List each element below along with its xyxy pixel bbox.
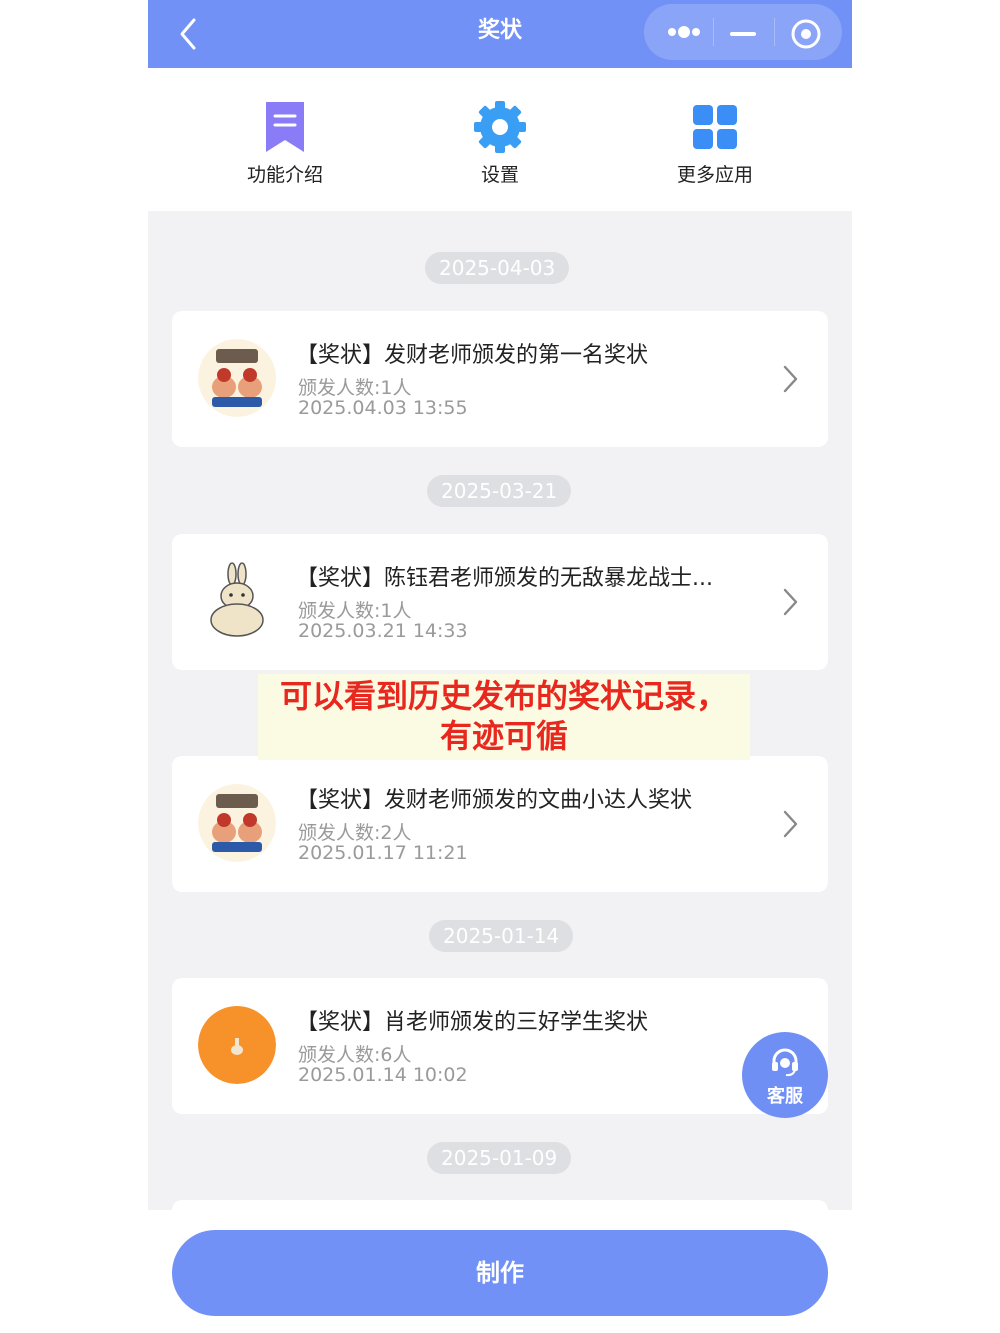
award-count: 颁发人数:1人 [298,600,412,622]
quick-menu: 功能介绍 设置 更多应用 [148,68,852,211]
date-separator: 2025-01-09 [427,1142,572,1174]
award-time: 2025.01.14 10:02 [298,1064,468,1086]
bottom-action-bar: 制作 [148,1210,852,1333]
more-dots-icon[interactable] [658,4,710,60]
capsule-divider [713,18,714,46]
award-count: 颁发人数:6人 [298,1044,412,1066]
award-record-card[interactable]: 【奖状】肖老师颁发的三好学生奖状 颁发人数:6人 2025.01.14 10:0… [172,978,828,1114]
lucky-cartoon-avatar [198,784,276,862]
award-count: 颁发人数:1人 [298,377,412,399]
quick-menu-intro[interactable]: 功能介绍 [205,96,365,196]
lucky-cartoon-avatar [198,339,276,417]
award-title: 【奖状】发财老师颁发的文曲小达人奖状 [296,788,693,813]
grid-apps-icon [693,105,737,149]
phone-screen: 奖状 功能介绍 设置 更多应用 2025-04-03 【奖状】发财老师颁发的第一… [148,0,852,1333]
award-count: 颁发人数:2人 [298,822,412,844]
annotation-line: 可以看到历史发布的奖状记录， [279,677,728,715]
bookmark-doc-icon [266,102,304,152]
minimize-icon[interactable] [720,4,766,60]
award-time: 2025.04.03 13:55 [298,397,468,419]
chevron-right-icon [783,588,798,616]
close-target-icon[interactable] [782,4,830,60]
capsule-divider [774,18,775,46]
annotation-line: 有迹可循 [439,717,568,755]
capsule-menu [644,4,842,60]
headset-icon [772,1048,798,1077]
annotation-note: 可以看到历史发布的奖状记录， 有迹可循 [258,674,750,760]
quick-menu-settings[interactable]: 设置 [420,96,580,196]
date-separator: 2025-04-03 [425,252,570,284]
award-record-card[interactable]: 【奖状】发财老师颁发的文曲小达人奖状 颁发人数:2人 2025.01.17 11… [172,756,828,892]
award-title: 【奖状】陈钰君老师颁发的无敌暴龙战士... [296,566,713,591]
customer-service-label: 客服 [767,1086,803,1107]
nav-header: 奖状 [148,0,852,68]
quick-menu-more-apps[interactable]: 更多应用 [635,96,795,196]
gear-icon [474,101,526,153]
award-record-card[interactable]: 【奖状】陈钰君老师颁发的无敌暴龙战士... 颁发人数:1人 2025.03.21… [172,534,828,670]
award-time: 2025.03.21 14:33 [298,620,468,642]
award-time: 2025.01.17 11:21 [298,842,468,864]
orange-circle-avatar [198,1006,276,1084]
date-separator: 2025-01-14 [429,920,574,952]
rabbit-sketch-avatar [198,562,276,640]
award-title: 【奖状】肖老师颁发的三好学生奖状 [296,1010,649,1035]
award-record-card[interactable]: 【奖状】发财老师颁发的第一名奖状 颁发人数:1人 2025.04.03 13:5… [172,311,828,447]
quick-menu-label: 设置 [480,164,519,186]
award-title: 【奖状】发财老师颁发的第一名奖状 [296,343,649,368]
quick-menu-label: 功能介绍 [246,164,323,186]
make-button[interactable]: 制作 [172,1230,828,1316]
date-separator: 2025-03-21 [427,475,572,507]
chevron-right-icon [783,810,798,838]
quick-menu-label: 更多应用 [676,164,753,186]
customer-service-button[interactable]: 客服 [742,1032,828,1118]
chevron-right-icon [783,365,798,393]
